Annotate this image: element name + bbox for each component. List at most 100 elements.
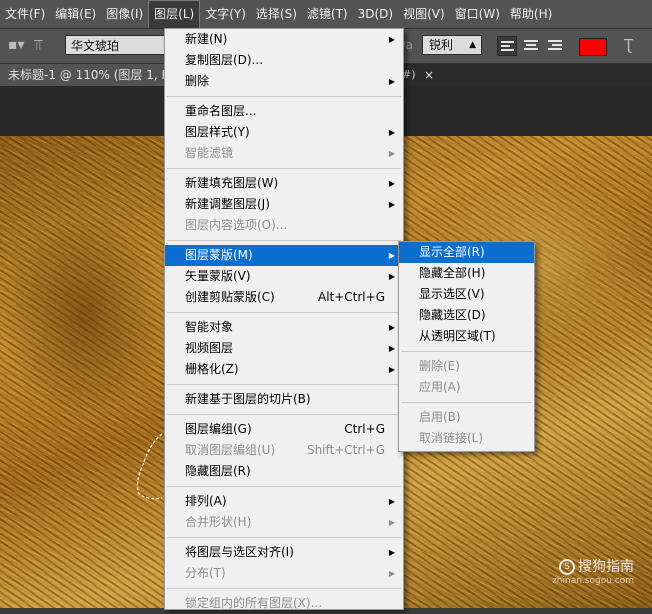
submenu-arrow-icon: ▶ bbox=[388, 272, 395, 281]
mask-submenu-item[interactable]: 显示选区(V) bbox=[399, 284, 534, 305]
menu-item-5[interactable]: 选择(S) bbox=[251, 0, 302, 28]
layer-menu-item-label: 智能滤镜 bbox=[185, 146, 234, 160]
layer-menu-item[interactable]: 智能对象 ▶ bbox=[165, 317, 403, 338]
mask-submenu-item: 启用(B) bbox=[399, 407, 534, 428]
layer-menu-item[interactable]: 新建(N) ▶ bbox=[165, 29, 403, 50]
menu-item-8[interactable]: 视图(V) bbox=[398, 0, 450, 28]
layer-menu-item[interactable]: 栅格化(Z) ▶ bbox=[165, 359, 403, 380]
mask-submenu-item: 取消链接(L) bbox=[399, 428, 534, 449]
layer-menu-dropdown: 新建(N) ▶ 复制图层(D)... 删除 ▶ 重命名图层... 图层样式(Y) ▶ 智能滤镜 ▶… bbox=[164, 28, 404, 610]
layer-menu-item-label: 删除 bbox=[185, 74, 210, 88]
layer-menu-item[interactable]: 新建基于图层的切片(B) bbox=[165, 389, 403, 410]
submenu-arrow-icon: ▶ bbox=[388, 128, 395, 137]
submenu-arrow-icon: ▶ bbox=[388, 497, 395, 506]
mask-submenu-item[interactable]: 从透明区域(T) bbox=[399, 326, 534, 347]
menu-separator bbox=[401, 351, 532, 352]
watermark: S 搜狗指南 zhinan.sogou.com bbox=[552, 556, 634, 586]
layer-menu-item: 分布(T) ▶ bbox=[165, 563, 403, 584]
marching-ants-selection bbox=[136, 433, 163, 500]
layer-menu-item[interactable]: 视频图层 ▶ bbox=[165, 338, 403, 359]
menu-separator bbox=[167, 312, 401, 313]
mask-submenu-item-label: 应用(A) bbox=[419, 380, 461, 394]
layer-menu-item[interactable]: 矢量蒙版(V) ▶ bbox=[165, 266, 403, 287]
layer-menu-item[interactable]: 新建调整图层(J) ▶ bbox=[165, 194, 403, 215]
submenu-arrow-icon: ▶ bbox=[388, 179, 395, 188]
menu-separator bbox=[167, 240, 401, 241]
menu-item-10[interactable]: 帮助(H) bbox=[505, 0, 557, 28]
submenu-arrow-icon: ▶ bbox=[388, 251, 395, 260]
layer-menu-item[interactable]: 隐藏图层(R) bbox=[165, 461, 403, 482]
layer-menu-item[interactable]: 复制图层(D)... bbox=[165, 50, 403, 71]
layer-menu-item-label: 排列(A) bbox=[185, 494, 227, 508]
menu-item-4[interactable]: 文字(Y) bbox=[200, 0, 251, 28]
antialias-select[interactable]: 锐利 ▲ bbox=[422, 35, 482, 55]
menu-item-1[interactable]: 编辑(E) bbox=[50, 0, 101, 28]
select-arrows-icon: ▲ bbox=[469, 40, 476, 50]
layer-menu-item-label: 图层样式(Y) bbox=[185, 125, 250, 139]
layer-menu-item[interactable]: 图层蒙版(M) ▶ bbox=[165, 245, 403, 266]
submenu-arrow-icon: ▶ bbox=[388, 200, 395, 209]
close-tab-icon[interactable]: × bbox=[424, 64, 434, 86]
menu-separator bbox=[401, 402, 532, 403]
text-orientation-icon[interactable]: ⫪ bbox=[34, 36, 42, 54]
layer-menu-item-label: 将图层与选区对齐(I) bbox=[185, 545, 294, 559]
layer-menu-item-label: 新建填充图层(W) bbox=[185, 176, 279, 190]
shortcut-label: Alt+Ctrl+G bbox=[317, 290, 385, 304]
menu-item-7[interactable]: 3D(D) bbox=[353, 0, 398, 28]
menu-bar: 文件(F) 编辑(E) 图像(I) 图层(L) 文字(Y) 选择(S) 滤镜(T) 3D(D)… bbox=[0, 0, 652, 29]
shortcut-label: Shift+Ctrl+G bbox=[306, 443, 385, 457]
menu-item-3[interactable]: 图层(L) bbox=[148, 0, 201, 28]
layer-menu-item-label: 图层蒙版(M) bbox=[185, 248, 253, 262]
document-tab[interactable]: 未标题-1 @ 110% (图层 1, R bbox=[0, 64, 175, 86]
menu-separator bbox=[167, 537, 401, 538]
layer-menu-item: 图层内容选项(O)... bbox=[165, 215, 403, 236]
warp-text-icon[interactable]: Ʈ bbox=[624, 36, 633, 54]
mask-submenu-item: 删除(E) bbox=[399, 356, 534, 377]
layer-menu-item[interactable]: 排列(A) ▶ bbox=[165, 491, 403, 512]
watermark-brand: 搜狗指南 bbox=[578, 559, 634, 575]
font-family-select[interactable]: 华文琥珀 bbox=[65, 35, 165, 55]
layer-menu-item[interactable]: 图层编组(G) Ctrl+G bbox=[165, 419, 403, 440]
mask-submenu-item[interactable]: 隐藏选区(D) bbox=[399, 305, 534, 326]
layer-menu-item-label: 复制图层(D)... bbox=[185, 53, 264, 67]
document-tab-suffix: #) bbox=[402, 68, 416, 81]
layer-menu-item-label: 合并形状(H) bbox=[185, 515, 252, 529]
mask-submenu-item-label: 删除(E) bbox=[419, 359, 460, 373]
align-left-button[interactable] bbox=[497, 36, 517, 56]
layer-menu-item: 锁定组内的所有图层(X)... bbox=[165, 593, 403, 614]
submenu-arrow-icon: ▶ bbox=[388, 548, 395, 557]
mask-submenu-item-label: 从透明区域(T) bbox=[419, 329, 496, 343]
menu-separator bbox=[167, 96, 401, 97]
mask-submenu-item[interactable]: 显示全部(R) bbox=[399, 242, 534, 263]
layer-menu-item[interactable]: 图层样式(Y) ▶ bbox=[165, 122, 403, 143]
layer-menu-item[interactable]: 创建剪贴蒙版(C) Alt+Ctrl+G bbox=[165, 287, 403, 308]
menu-item-0[interactable]: 文件(F) bbox=[0, 0, 50, 28]
antialias-value: 锐利 bbox=[429, 38, 454, 52]
text-color-swatch[interactable] bbox=[579, 38, 607, 56]
layer-menu-item[interactable]: 新建填充图层(W) ▶ bbox=[165, 173, 403, 194]
mask-submenu-item-label: 隐藏选区(D) bbox=[419, 308, 486, 322]
layer-menu-item-label: 隐藏图层(R) bbox=[185, 464, 251, 478]
layer-menu-item-label: 视频图层 bbox=[185, 341, 234, 355]
align-right-button[interactable] bbox=[545, 36, 565, 56]
align-center-button[interactable] bbox=[521, 36, 541, 56]
menu-item-6[interactable]: 滤镜(T) bbox=[302, 0, 353, 28]
menu-item-9[interactable]: 窗口(W) bbox=[450, 0, 505, 28]
layer-menu-item[interactable]: 删除 ▶ bbox=[165, 71, 403, 92]
mask-submenu-item-label: 启用(B) bbox=[419, 410, 461, 424]
submenu-arrow-icon: ▶ bbox=[388, 518, 395, 527]
submenu-arrow-icon: ▶ bbox=[388, 365, 395, 374]
layer-menu-item-label: 取消图层编组(U) bbox=[185, 443, 276, 457]
layer-menu-item[interactable]: 重命名图层... bbox=[165, 101, 403, 122]
layer-menu-item[interactable]: 将图层与选区对齐(I) ▶ bbox=[165, 542, 403, 563]
tool-preset-icon[interactable]: ▪▾ bbox=[8, 37, 25, 53]
mask-submenu-item[interactable]: 隐藏全部(H) bbox=[399, 263, 534, 284]
menu-separator bbox=[167, 384, 401, 385]
layer-menu-item-label: 新建基于图层的切片(B) bbox=[185, 392, 311, 406]
menu-item-2[interactable]: 图像(I) bbox=[101, 0, 148, 28]
mask-submenu-item-label: 取消链接(L) bbox=[419, 431, 484, 445]
layer-menu-item-label: 分布(T) bbox=[185, 566, 226, 580]
menu-separator bbox=[167, 168, 401, 169]
menu-separator bbox=[167, 414, 401, 415]
layer-mask-submenu: 显示全部(R) 隐藏全部(H) 显示选区(V) 隐藏选区(D) 从透明区域(T) 删除(E… bbox=[398, 241, 535, 452]
